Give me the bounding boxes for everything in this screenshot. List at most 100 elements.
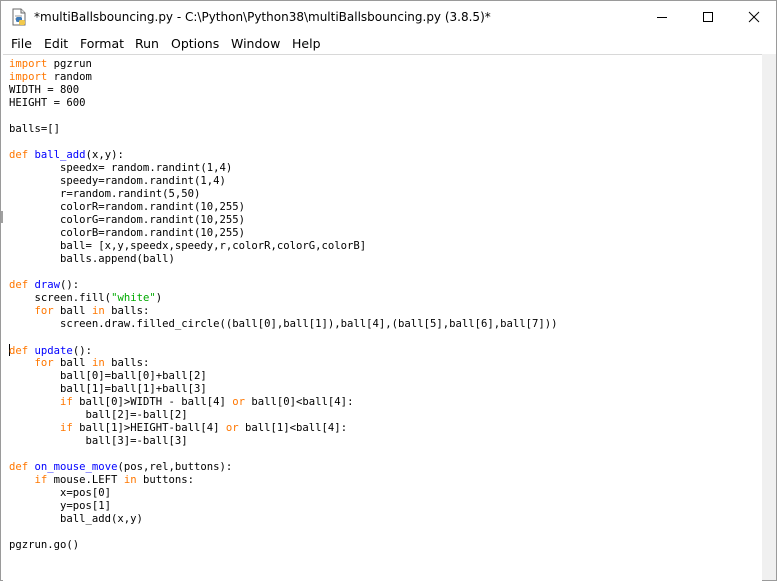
code-line: def draw(): <box>9 279 558 292</box>
code-token: ball[1]>HEIGHT-ball[4] <box>72 422 226 434</box>
close-icon <box>748 11 760 23</box>
code-token: colorR=random.randint(10,255) <box>9 201 245 213</box>
code-line: import pgzrun <box>9 58 558 71</box>
code-token: balls: <box>104 305 150 317</box>
code-token: ball[3]=-ball[3] <box>9 435 188 447</box>
code-token: (x,y): <box>85 149 124 161</box>
code-token: mouse.LEFT <box>47 474 124 486</box>
menu-format[interactable]: Format <box>80 36 124 51</box>
code-token: (): <box>60 279 80 291</box>
keyword-token: if <box>34 474 48 486</box>
code-token: ball[1]<ball[4]: <box>238 422 348 434</box>
code-editor[interactable]: import pgzrun import random WIDTH = 800 HEI… <box>3 54 762 581</box>
code-line: def ball_add(x,y): <box>9 149 558 162</box>
code-line: ball= [x,y,speedx,speedy,r,colorR,colorG… <box>9 240 558 253</box>
code-line: if mouse.LEFT in buttons: <box>9 474 558 487</box>
code-token: screen.fill( <box>9 292 112 304</box>
code-token: pgzrun.go() <box>9 539 80 551</box>
code-token: pgzrun <box>47 58 92 70</box>
code-token: ball_add(x,y) <box>9 513 143 525</box>
code-token: random <box>47 71 92 83</box>
code-token: colorB=random.randint(10,255) <box>9 227 245 239</box>
code-token: ) <box>155 292 163 304</box>
code-line: balls.append(ball) <box>9 253 558 266</box>
code-line: colorB=random.randint(10,255) <box>9 227 558 240</box>
menu-edit[interactable]: Edit <box>44 36 68 51</box>
code-token: (pos,rel,buttons): <box>117 461 233 473</box>
code-token: ball <box>53 305 92 317</box>
keyword-token: def <box>9 345 29 357</box>
code-line: ball[3]=-ball[3] <box>9 435 558 448</box>
close-button[interactable] <box>731 1 777 33</box>
keyword-token: def <box>9 461 29 473</box>
code-token: ball <box>53 357 92 369</box>
definition-token: on_mouse_move <box>34 461 118 473</box>
idle-file-icon <box>10 8 28 26</box>
code-line: speedy=random.randint(1,4) <box>9 175 558 188</box>
code-line: pgzrun.go() <box>9 539 558 552</box>
code-line: if ball[0]>WIDTH - ball[4] or ball[0]<ba… <box>9 396 558 409</box>
code-line: balls=[] <box>9 123 558 136</box>
keyword-token: if <box>60 396 73 408</box>
title-bar[interactable]: *multiBallsbouncing.py - C:\Python\Pytho… <box>1 1 776 33</box>
code-token: ball[0]<ball[4]: <box>245 396 354 408</box>
code-token: WIDTH = 800 <box>9 84 80 96</box>
code-line: WIDTH = 800 <box>9 84 558 97</box>
code-line: for ball in balls: <box>9 305 558 318</box>
keyword-token: import <box>9 71 48 83</box>
keyword-token: def <box>9 149 29 161</box>
code-line: def on_mouse_move(pos,rel,buttons): <box>9 461 558 474</box>
code-token: balls.append(ball) <box>9 253 175 265</box>
menu-options[interactable]: Options <box>171 36 219 51</box>
code-token: speedx= random.randint(1,4) <box>9 162 233 174</box>
keyword-token: if <box>60 422 73 434</box>
code-token: screen.draw.filled_circle((ball[0],ball[… <box>9 318 558 330</box>
code-token: ball[0]>WIDTH - ball[4] <box>72 396 233 408</box>
maximize-button[interactable] <box>685 1 731 33</box>
keyword-token: import <box>9 58 48 70</box>
minimize-icon <box>657 17 667 18</box>
code-text[interactable]: import pgzrun import random WIDTH = 800 HEI… <box>9 58 558 552</box>
minimize-button[interactable] <box>639 1 685 33</box>
keyword-token: in <box>91 357 105 369</box>
code-line: r=random.randint(5,50) <box>9 188 558 201</box>
code-line: ball[0]=ball[0]+ball[2] <box>9 370 558 383</box>
code-line: colorG=random.randint(10,255) <box>9 214 558 227</box>
keyword-token: or <box>225 422 239 434</box>
code-line: y=pos[1] <box>9 500 558 513</box>
menu-window[interactable]: Window <box>231 36 280 51</box>
code-token: x=pos[0] <box>9 487 112 499</box>
code-token: HEIGHT = 600 <box>9 97 86 109</box>
code-line: speedx= random.randint(1,4) <box>9 162 558 175</box>
code-line: screen.draw.filled_circle((ball[0],ball[… <box>9 318 558 331</box>
code-token: ball[1]=ball[1]+ball[3] <box>9 383 207 395</box>
code-token: ball[0]=ball[0]+ball[2] <box>9 370 207 382</box>
code-token: buttons: <box>136 474 194 486</box>
menu-file[interactable]: File <box>11 36 32 51</box>
code-line: HEIGHT = 600 <box>9 97 558 110</box>
vertical-scrollbar[interactable] <box>762 54 776 580</box>
code-line: ball[2]=-ball[2] <box>9 409 558 422</box>
code-line: x=pos[0] <box>9 487 558 500</box>
menu-run[interactable]: Run <box>135 36 159 51</box>
code-line: def update(): <box>9 344 558 357</box>
code-token: ball[2]=-ball[2] <box>9 409 188 421</box>
menu-help[interactable]: Help <box>292 36 321 51</box>
idle-editor-window: *multiBallsbouncing.py - C:\Python\Pytho… <box>0 0 777 581</box>
code-token: y=pos[1] <box>9 500 112 512</box>
code-line: ball[1]=ball[1]+ball[3] <box>9 383 558 396</box>
code-line: if ball[1]>HEIGHT-ball[4] or ball[1]<bal… <box>9 422 558 435</box>
window-title: *multiBallsbouncing.py - C:\Python\Pytho… <box>34 10 491 24</box>
definition-token: ball_add <box>34 149 86 161</box>
keyword-token: for <box>34 305 54 317</box>
code-line: for ball in balls: <box>9 357 558 370</box>
